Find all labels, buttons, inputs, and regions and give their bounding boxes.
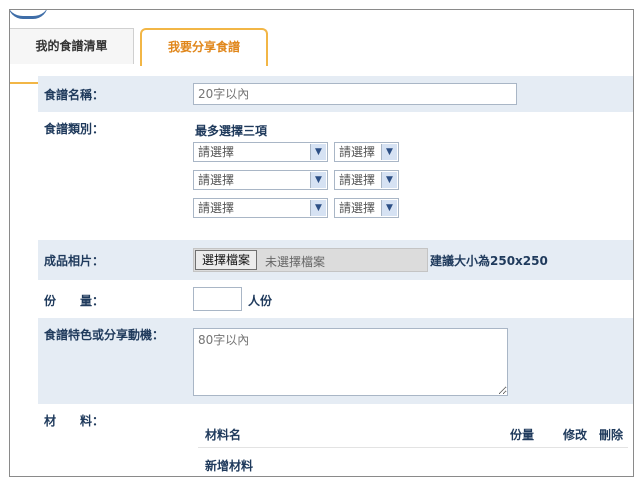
column-ingredient-name: 材料名 [205, 428, 242, 442]
row-photo: 成品相片： 選擇檔案 未選擇檔案 建議大小為250x250 [38, 240, 633, 280]
file-status-text: 未選擇檔案 [265, 255, 326, 269]
column-quantity: 份量 [510, 428, 535, 442]
chevron-down-icon: ▼ [381, 200, 397, 216]
select-value: 請選擇 [198, 201, 235, 215]
category-select-3-primary[interactable]: 請選擇 ▼ [193, 198, 328, 218]
chevron-down-icon: ▼ [381, 144, 397, 160]
select-value: 請選擇 [339, 145, 376, 159]
chevron-down-icon: ▼ [381, 172, 397, 188]
category-select-2-secondary[interactable]: 請選擇 ▼ [334, 170, 399, 190]
select-value: 請選擇 [198, 145, 235, 159]
category-select-2-primary[interactable]: 請選擇 ▼ [193, 170, 328, 190]
choose-file-button[interactable]: 選擇檔案 [195, 250, 258, 270]
recipe-category-label: 食譜類別： [44, 122, 105, 136]
site-logo-fragment [10, 10, 48, 19]
servings-label: 份 量： [44, 294, 105, 308]
column-delete: 刪除 [599, 428, 624, 442]
select-value: 請選擇 [198, 173, 235, 187]
feature-label: 食譜特色或分享動機： [44, 328, 165, 342]
category-select-1-primary[interactable]: 請選擇 ▼ [193, 142, 328, 162]
category-select-1-secondary[interactable]: 請選擇 ▼ [334, 142, 399, 162]
chevron-down-icon: ▼ [310, 172, 326, 188]
chevron-down-icon: ▼ [310, 200, 326, 216]
photo-size-hint: 建議大小為250x250 [430, 254, 548, 268]
recipe-name-input[interactable] [193, 83, 517, 105]
photo-label: 成品相片： [44, 254, 105, 268]
recipe-share-window: 我的食譜清單 我要分享食譜 食譜名稱： 食譜類別： 最多選擇三項 請選擇 ▼ 請… [9, 9, 634, 477]
add-ingredient-link[interactable]: 新增材料 [205, 457, 253, 474]
select-value: 請選擇 [339, 201, 376, 215]
servings-unit: 人份 [248, 294, 273, 308]
tab-my-recipes[interactable]: 我的食譜清單 [10, 28, 134, 64]
row-recipe-category: 食譜類別： 最多選擇三項 請選擇 ▼ 請選擇 ▼ 請選擇 ▼ 請選擇 ▼ 請選擇… [38, 112, 633, 240]
tab-share-recipe[interactable]: 我要分享食譜 [140, 28, 268, 66]
tab-bar: 我的食譜清單 我要分享食譜 [10, 28, 633, 84]
row-feature: 食譜特色或分享動機： [38, 318, 633, 404]
chevron-down-icon: ▼ [310, 144, 326, 160]
servings-input[interactable] [193, 287, 242, 311]
column-edit: 修改 [563, 428, 588, 442]
category-select-3-secondary[interactable]: 請選擇 ▼ [334, 198, 399, 218]
recipe-name-label: 食譜名稱： [44, 88, 105, 102]
table-divider [198, 447, 628, 448]
row-ingredients: 材 料： 材料名 份量 修改 刪除 新增材料 [38, 404, 633, 476]
category-hint: 最多選擇三項 [195, 124, 268, 138]
feature-textarea[interactable] [193, 328, 508, 396]
select-value: 請選擇 [339, 173, 376, 187]
row-recipe-name: 食譜名稱： [38, 76, 633, 112]
row-servings: 份 量： 人份 [38, 280, 633, 318]
file-input-box: 選擇檔案 未選擇檔案 [193, 248, 428, 272]
ingredients-label: 材 料： [44, 414, 105, 428]
